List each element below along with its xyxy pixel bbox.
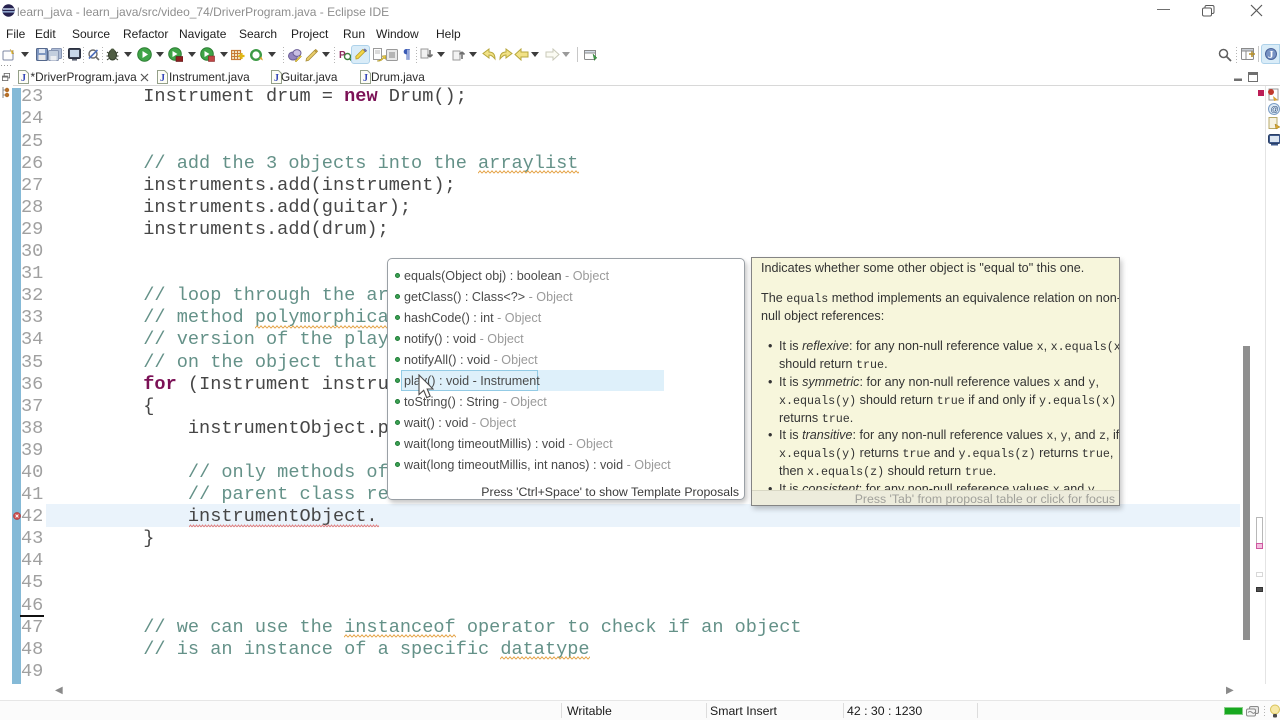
svg-text:@: @ — [1271, 105, 1279, 114]
svg-text:J: J — [363, 73, 368, 84]
svg-text:J: J — [21, 73, 26, 84]
svg-text:J: J — [160, 73, 165, 84]
svg-text:J: J — [1268, 49, 1274, 61]
svg-text:J: J — [274, 73, 279, 84]
